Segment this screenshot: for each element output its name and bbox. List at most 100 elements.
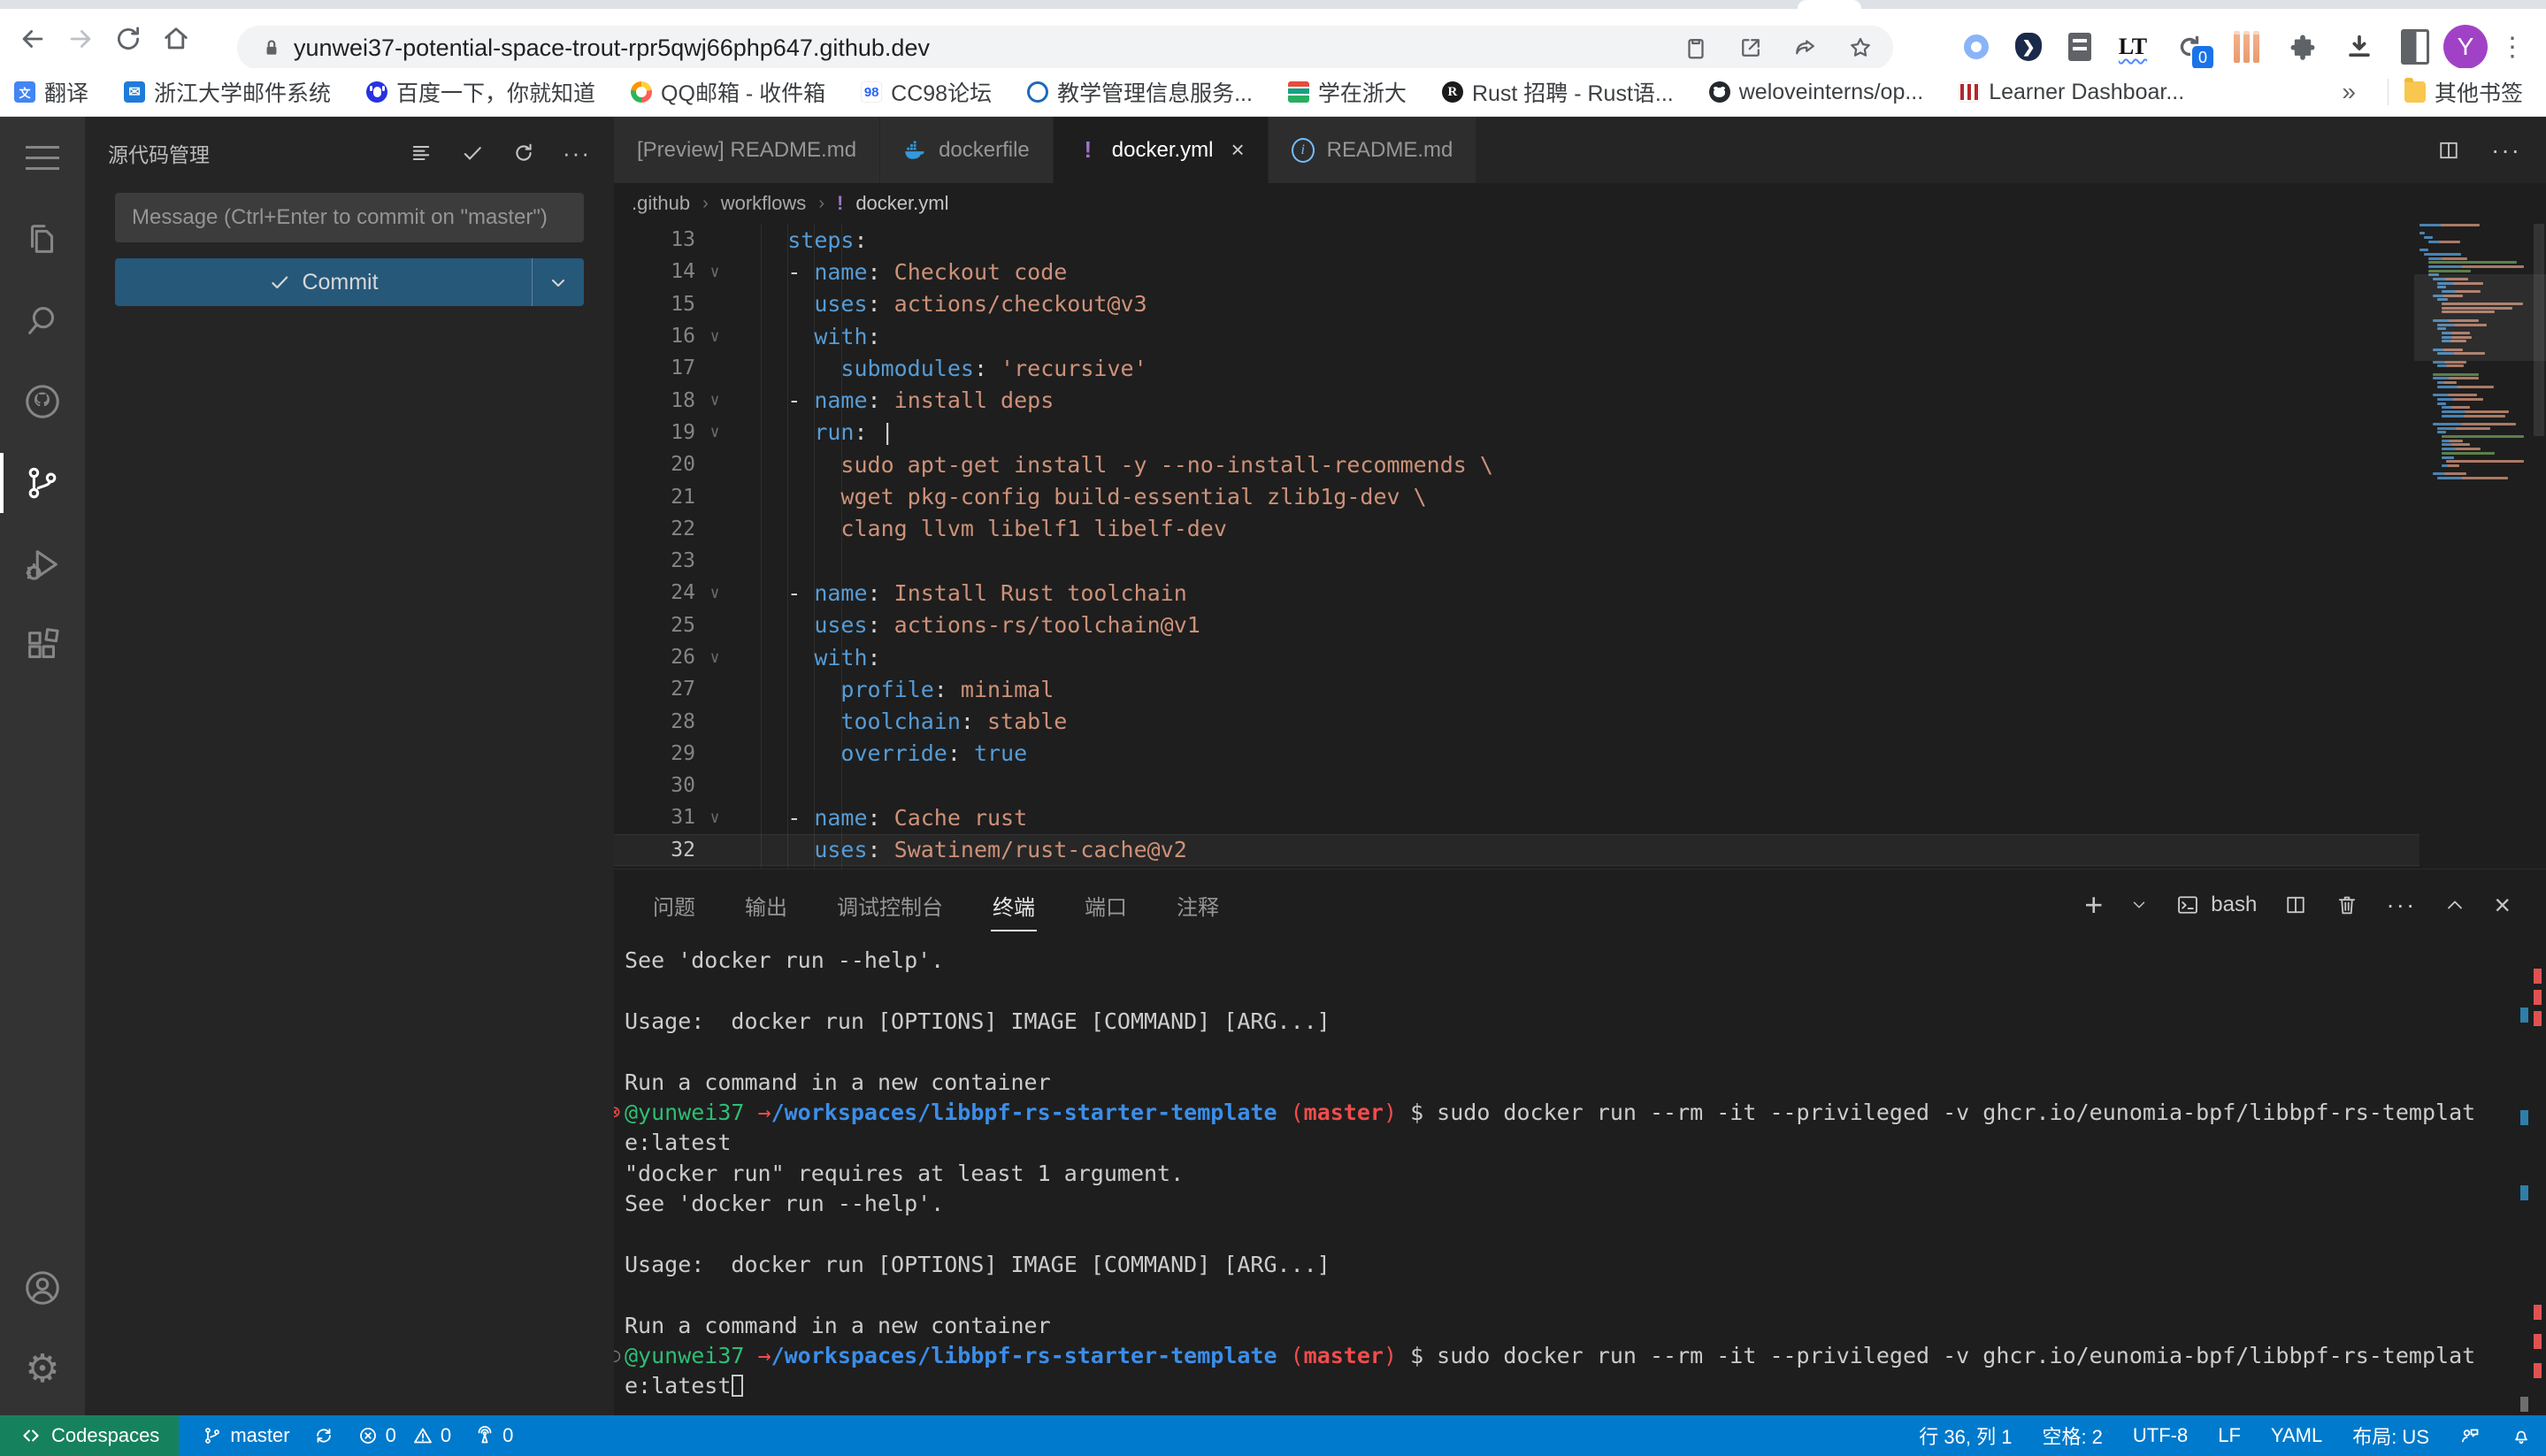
language-mode[interactable]: YAML (2271, 1424, 2322, 1447)
breadcrumb-part[interactable]: workflows (721, 192, 807, 215)
editor-scrollbar[interactable] (2534, 224, 2544, 436)
encoding[interactable]: UTF-8 (2133, 1424, 2188, 1447)
sync-indicator[interactable] (313, 1425, 334, 1446)
new-terminal-icon[interactable]: + (2084, 886, 2103, 923)
fold-chevron-icon[interactable]: ∨ (695, 648, 734, 667)
other-bookmarks[interactable]: 其他书签 (2404, 76, 2523, 108)
refresh-icon[interactable] (511, 141, 536, 165)
downloads-icon[interactable] (2344, 32, 2374, 62)
minimap-slider[interactable] (2414, 274, 2546, 361)
code-line-24[interactable]: 24∨ - name: Install Rust toolchain (614, 577, 2419, 609)
forward-button[interactable] (57, 15, 104, 63)
indentation[interactable]: 空格: 2 (2042, 1422, 2102, 1450)
github-icon[interactable] (0, 361, 85, 442)
fold-chevron-icon[interactable]: ∨ (695, 584, 734, 602)
explorer-icon[interactable] (0, 198, 85, 280)
refresh-badge-extension-icon[interactable]: 0 (2174, 32, 2205, 62)
bookmark-item[interactable]: ✉浙江大学邮件系统 (124, 76, 331, 108)
search-icon[interactable] (0, 280, 85, 361)
account-icon[interactable] (0, 1247, 85, 1329)
bookmark-item[interactable]: RRust 招聘 - Rust语... (1442, 76, 1674, 108)
fold-chevron-icon[interactable]: ∨ (695, 263, 734, 281)
commit-check-icon[interactable] (460, 141, 485, 165)
fold-chevron-icon[interactable]: ∨ (695, 808, 734, 827)
more-actions-icon[interactable]: ··· (563, 140, 591, 167)
home-button[interactable] (152, 15, 200, 63)
code-line-18[interactable]: 18∨ - name: install deps (614, 384, 2419, 416)
notifications-bell-icon[interactable] (2511, 1425, 2532, 1446)
ports-indicator[interactable]: 0 (474, 1424, 513, 1447)
bookmark-star-icon[interactable] (1847, 34, 1874, 61)
commit-message-input[interactable] (115, 193, 584, 242)
panel-tab[interactable]: 端口 (1083, 874, 1129, 937)
editor-more-actions-icon[interactable]: ··· (2491, 136, 2521, 165)
code-line-28[interactable]: 28 toolchain: stable (614, 705, 2419, 737)
reading-mode-icon[interactable] (2401, 29, 2429, 65)
commit-button[interactable]: Commit (115, 258, 584, 306)
problems-indicator[interactable]: 0 0 (357, 1424, 452, 1447)
run-debug-icon[interactable] (0, 524, 85, 605)
code-line-30[interactable]: 30 (614, 770, 2419, 801)
code-line-25[interactable]: 25 uses: actions-rs/toolchain@v1 (614, 609, 2419, 641)
bookmarks-overflow-chevron[interactable]: » (2326, 78, 2372, 106)
code-line-22[interactable]: 22 clang llvm libelf1 libelf-dev (614, 513, 2419, 545)
eol[interactable]: LF (2218, 1424, 2241, 1447)
extensions-icon[interactable] (0, 605, 85, 686)
keyboard-layout[interactable]: 布局: US (2352, 1422, 2429, 1450)
breadcrumb-part[interactable]: .github (632, 192, 690, 215)
code-editor[interactable]: 13 steps:14∨ - name: Checkout code15 use… (614, 224, 2419, 869)
close-tab-icon[interactable]: × (1231, 136, 1244, 164)
view-as-list-icon[interactable] (409, 141, 433, 165)
minimap[interactable] (2419, 224, 2528, 843)
share-icon[interactable] (1792, 34, 1819, 61)
browser-profile-avatar[interactable]: Y (2443, 25, 2488, 69)
breadcrumb-file[interactable]: docker.yml (855, 192, 948, 215)
languagetool-extension-icon[interactable]: LT (2118, 32, 2148, 62)
code-line-14[interactable]: 14∨ - name: Checkout code (614, 256, 2419, 287)
settings-gear-icon[interactable]: ⚙ (0, 1329, 85, 1410)
fold-chevron-icon[interactable]: ∨ (695, 327, 734, 346)
shield-extension-icon[interactable]: ❯ (2015, 33, 2042, 61)
cursor-position[interactable]: 行 36, 列 1 (1919, 1422, 2012, 1450)
editor-tab--preview-readme.md[interactable]: [Preview] README.md (614, 117, 879, 183)
back-button[interactable] (9, 15, 57, 63)
remote-indicator[interactable]: Codespaces (0, 1415, 179, 1456)
code-line-13[interactable]: 13 steps: (614, 224, 2419, 256)
panel-tab[interactable]: 终端 (991, 874, 1037, 937)
feedback-icon[interactable] (2459, 1425, 2481, 1446)
bookmark-item[interactable]: 百度一下，你就知道 (366, 76, 595, 108)
terminal[interactable]: See 'docker run --help'.Usage: docker ru… (614, 946, 2519, 1412)
split-editor-icon[interactable] (2436, 138, 2461, 163)
close-panel-icon[interactable]: × (2494, 889, 2511, 922)
panel-tab[interactable]: 问题 (651, 874, 697, 937)
menu-hamburger-icon[interactable] (0, 117, 85, 198)
panel-tab[interactable]: 注释 (1175, 874, 1221, 937)
code-line-29[interactable]: 29 override: true (614, 738, 2419, 770)
kill-terminal-trash-icon[interactable] (2335, 893, 2359, 917)
code-line-17[interactable]: 17 submodules: 'recursive' (614, 352, 2419, 384)
code-line-31[interactable]: 31∨ - name: Cache rust (614, 801, 2419, 833)
fold-chevron-icon[interactable]: ∨ (695, 423, 734, 441)
editor-tab-docker.yml[interactable]: !docker.yml× (1054, 117, 1268, 183)
code-line-27[interactable]: 27 profile: minimal (614, 673, 2419, 705)
panel-more-actions-icon[interactable]: ··· (2386, 891, 2416, 919)
clipboard-icon[interactable] (1683, 34, 1709, 61)
code-line-32[interactable]: 32 uses: Swatinem/rust-cache@v2 (614, 834, 2419, 866)
code-line-19[interactable]: 19∨ run: | (614, 417, 2419, 448)
bookmark-item[interactable]: 学在浙大 (1288, 76, 1407, 108)
pencils-extension-icon[interactable] (2231, 32, 2261, 62)
refresh-button[interactable] (104, 15, 152, 63)
code-line-26[interactable]: 26∨ with: (614, 641, 2419, 673)
open-in-window-icon[interactable] (1737, 34, 1764, 61)
bookmark-item[interactable]: 文翻译 (14, 76, 88, 108)
url-bar[interactable]: yunwei37-potential-space-trout-rpr5qwj66… (237, 26, 1893, 70)
split-terminal-icon[interactable] (2283, 893, 2308, 917)
panel-tab[interactable]: 调试控制台 (835, 874, 945, 937)
browser-menu-icon[interactable]: ⋮ (2495, 25, 2530, 69)
source-control-icon[interactable] (0, 442, 85, 524)
code-line-23[interactable]: 23 (614, 545, 2419, 577)
bookmark-item[interactable]: 教学管理信息服务... (1027, 76, 1253, 108)
media-ring-extension-icon[interactable] (1964, 34, 1989, 59)
extensions-puzzle-icon[interactable] (2288, 32, 2318, 62)
code-line-15[interactable]: 15 uses: actions/checkout@v3 (614, 288, 2419, 320)
